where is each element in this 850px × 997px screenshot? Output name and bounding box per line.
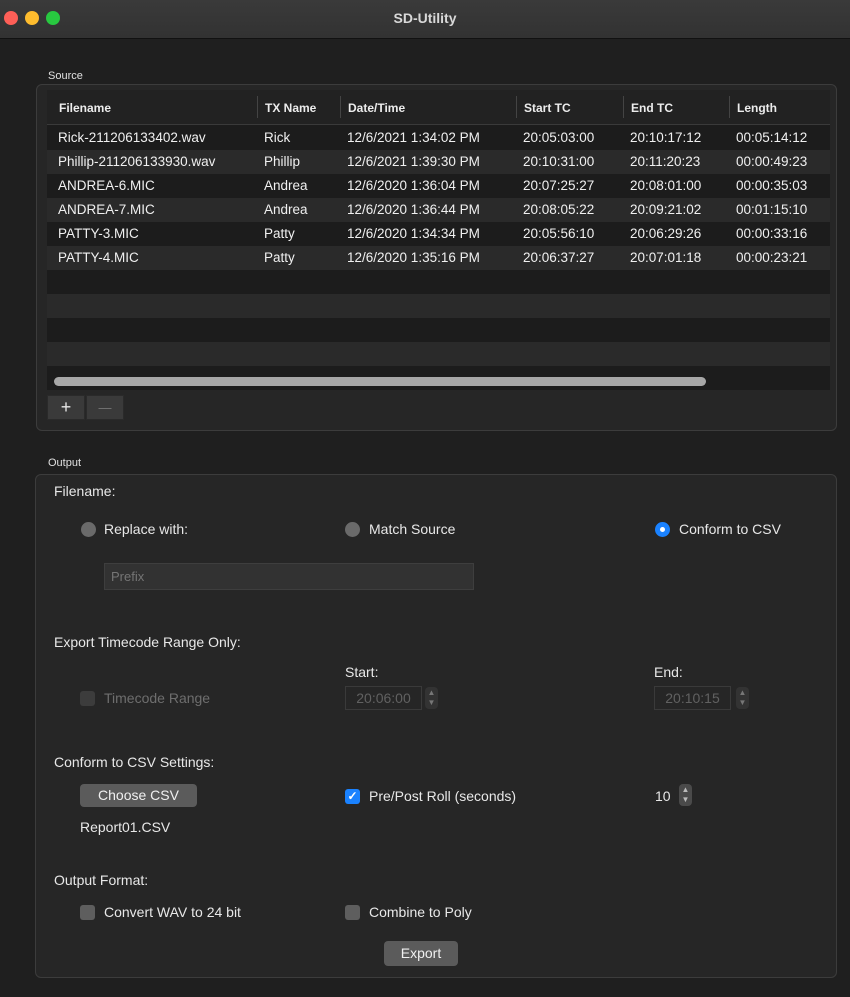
horizontal-scrollbar[interactable] bbox=[54, 377, 706, 386]
cell-date-time: 12/6/2020 1:34:34 PM bbox=[347, 226, 480, 241]
end-label: End: bbox=[654, 664, 683, 680]
export-timecode-label: Export Timecode Range Only: bbox=[54, 634, 241, 650]
pre-post-roll-checkbox[interactable]: ✓ bbox=[345, 789, 360, 804]
start-timecode-field[interactable]: 20:06:00 bbox=[345, 686, 422, 710]
cell-filename: Phillip-211206133930.wav bbox=[58, 154, 216, 169]
column-header-start-tc[interactable]: Start TC bbox=[518, 100, 571, 116]
export-button[interactable]: Export bbox=[384, 941, 458, 966]
cell-end-tc: 20:08:01:00 bbox=[630, 178, 702, 193]
choose-csv-button[interactable]: Choose CSV bbox=[80, 784, 197, 807]
pre-post-roll-value[interactable]: 10 bbox=[655, 788, 671, 804]
start-timecode-stepper[interactable]: ▲ ▼ bbox=[425, 687, 438, 709]
timecode-range-label[interactable]: Timecode Range bbox=[104, 690, 210, 706]
cell-tx-name: Patty bbox=[264, 250, 295, 265]
cell-end-tc: 20:11:20:23 bbox=[630, 154, 701, 169]
empty-row bbox=[47, 318, 830, 342]
column-divider[interactable] bbox=[340, 96, 341, 118]
convert-wav-label[interactable]: Convert WAV to 24 bit bbox=[104, 904, 241, 920]
cell-date-time: 12/6/2020 1:36:04 PM bbox=[347, 178, 480, 193]
cell-length: 00:00:35:03 bbox=[736, 178, 808, 193]
cell-date-time: 12/6/2021 1:34:02 PM bbox=[347, 130, 480, 145]
filename-label: Filename: bbox=[54, 483, 116, 499]
cell-end-tc: 20:10:17:12 bbox=[630, 130, 702, 145]
source-table[interactable]: Filename TX Name Date/Time Start TC End … bbox=[47, 90, 830, 390]
cell-length: 00:00:49:23 bbox=[736, 154, 808, 169]
cell-length: 00:05:14:12 bbox=[736, 130, 808, 145]
cell-filename: PATTY-3.MIC bbox=[58, 226, 139, 241]
source-section-label: Source bbox=[48, 70, 83, 82]
combine-poly-label[interactable]: Combine to Poly bbox=[369, 904, 472, 920]
match-source-radio[interactable] bbox=[345, 522, 360, 537]
cell-filename: ANDREA-6.MIC bbox=[58, 178, 155, 193]
output-section-label: Output bbox=[48, 457, 82, 469]
replace-with-label[interactable]: Replace with: bbox=[104, 521, 188, 537]
csv-settings-label: Conform to CSV Settings: bbox=[54, 754, 215, 770]
pre-post-roll-stepper[interactable]: ▲ ▼ bbox=[679, 784, 692, 806]
cell-length: 00:00:33:16 bbox=[736, 226, 808, 241]
remove-file-button[interactable]: — bbox=[86, 395, 124, 420]
cell-start-tc: 20:07:25:27 bbox=[523, 178, 595, 193]
empty-row bbox=[47, 294, 830, 318]
column-divider[interactable] bbox=[729, 96, 730, 118]
conform-to-csv-radio[interactable] bbox=[655, 522, 670, 537]
column-header-end-tc[interactable]: End TC bbox=[625, 100, 673, 116]
column-header-length[interactable]: Length bbox=[731, 100, 777, 116]
column-header-tx-name[interactable]: TX Name bbox=[259, 100, 316, 116]
cell-date-time: 12/6/2021 1:39:30 PM bbox=[347, 154, 480, 169]
cell-start-tc: 20:05:03:00 bbox=[523, 130, 595, 145]
column-header-date-time[interactable]: Date/Time bbox=[342, 100, 405, 116]
title-bar: SD-Utility bbox=[0, 0, 850, 39]
end-timecode-field[interactable]: 20:10:15 bbox=[654, 686, 731, 710]
window-title: SD-Utility bbox=[393, 10, 457, 26]
combine-poly-checkbox[interactable] bbox=[345, 905, 360, 920]
cell-date-time: 12/6/2020 1:36:44 PM bbox=[347, 202, 480, 217]
cell-tx-name: Andrea bbox=[264, 202, 308, 217]
cell-end-tc: 20:06:29:26 bbox=[630, 226, 702, 241]
timecode-range-checkbox[interactable] bbox=[80, 691, 95, 706]
column-divider[interactable] bbox=[516, 96, 517, 118]
cell-length: 00:00:23:21 bbox=[736, 250, 808, 265]
table-row[interactable]: Rick-211206133402.wav Rick 12/6/2021 1:3… bbox=[47, 126, 830, 150]
conform-to-csv-label[interactable]: Conform to CSV bbox=[679, 521, 781, 537]
cell-filename: PATTY-4.MIC bbox=[58, 250, 139, 265]
cell-filename: Rick-211206133402.wav bbox=[58, 130, 206, 145]
add-file-button[interactable]: + bbox=[47, 395, 85, 420]
cell-filename: ANDREA-7.MIC bbox=[58, 202, 155, 217]
replace-with-radio[interactable] bbox=[81, 522, 96, 537]
cell-date-time: 12/6/2020 1:35:16 PM bbox=[347, 250, 480, 265]
table-row[interactable]: PATTY-3.MIC Patty 12/6/2020 1:34:34 PM 2… bbox=[47, 222, 830, 246]
table-row[interactable]: ANDREA-6.MIC Andrea 12/6/2020 1:36:04 PM… bbox=[47, 174, 830, 198]
start-label: Start: bbox=[345, 664, 379, 680]
cell-tx-name: Rick bbox=[264, 130, 291, 145]
empty-row bbox=[47, 342, 830, 366]
table-header: Filename TX Name Date/Time Start TC End … bbox=[47, 90, 830, 125]
output-format-label: Output Format: bbox=[54, 872, 149, 888]
prefix-input[interactable] bbox=[104, 563, 474, 590]
column-header-filename[interactable]: Filename bbox=[53, 100, 111, 116]
cell-start-tc: 20:06:37:27 bbox=[523, 250, 595, 265]
csv-filename: Report01.CSV bbox=[80, 819, 171, 835]
table-row[interactable]: ANDREA-7.MIC Andrea 12/6/2020 1:36:44 PM… bbox=[47, 198, 830, 222]
cell-length: 00:01:15:10 bbox=[736, 202, 808, 217]
convert-wav-checkbox[interactable] bbox=[80, 905, 95, 920]
cell-tx-name: Patty bbox=[264, 226, 295, 241]
cell-tx-name: Phillip bbox=[264, 154, 301, 169]
output-panel bbox=[35, 474, 837, 978]
table-row[interactable]: PATTY-4.MIC Patty 12/6/2020 1:35:16 PM 2… bbox=[47, 246, 830, 270]
column-divider[interactable] bbox=[623, 96, 624, 118]
end-timecode-stepper[interactable]: ▲ ▼ bbox=[736, 687, 749, 709]
match-source-label[interactable]: Match Source bbox=[369, 521, 455, 537]
cell-start-tc: 20:08:05:22 bbox=[523, 202, 595, 217]
pre-post-roll-label[interactable]: Pre/Post Roll (seconds) bbox=[369, 788, 516, 804]
cell-end-tc: 20:07:01:18 bbox=[630, 250, 702, 265]
table-row[interactable]: Phillip-211206133930.wav Phillip 12/6/20… bbox=[47, 150, 830, 174]
empty-row bbox=[47, 270, 830, 294]
cell-end-tc: 20:09:21:02 bbox=[630, 202, 702, 217]
cell-start-tc: 20:05:56:10 bbox=[523, 226, 595, 241]
cell-start-tc: 20:10:31:00 bbox=[523, 154, 595, 169]
cell-tx-name: Andrea bbox=[264, 178, 308, 193]
column-divider[interactable] bbox=[257, 96, 258, 118]
